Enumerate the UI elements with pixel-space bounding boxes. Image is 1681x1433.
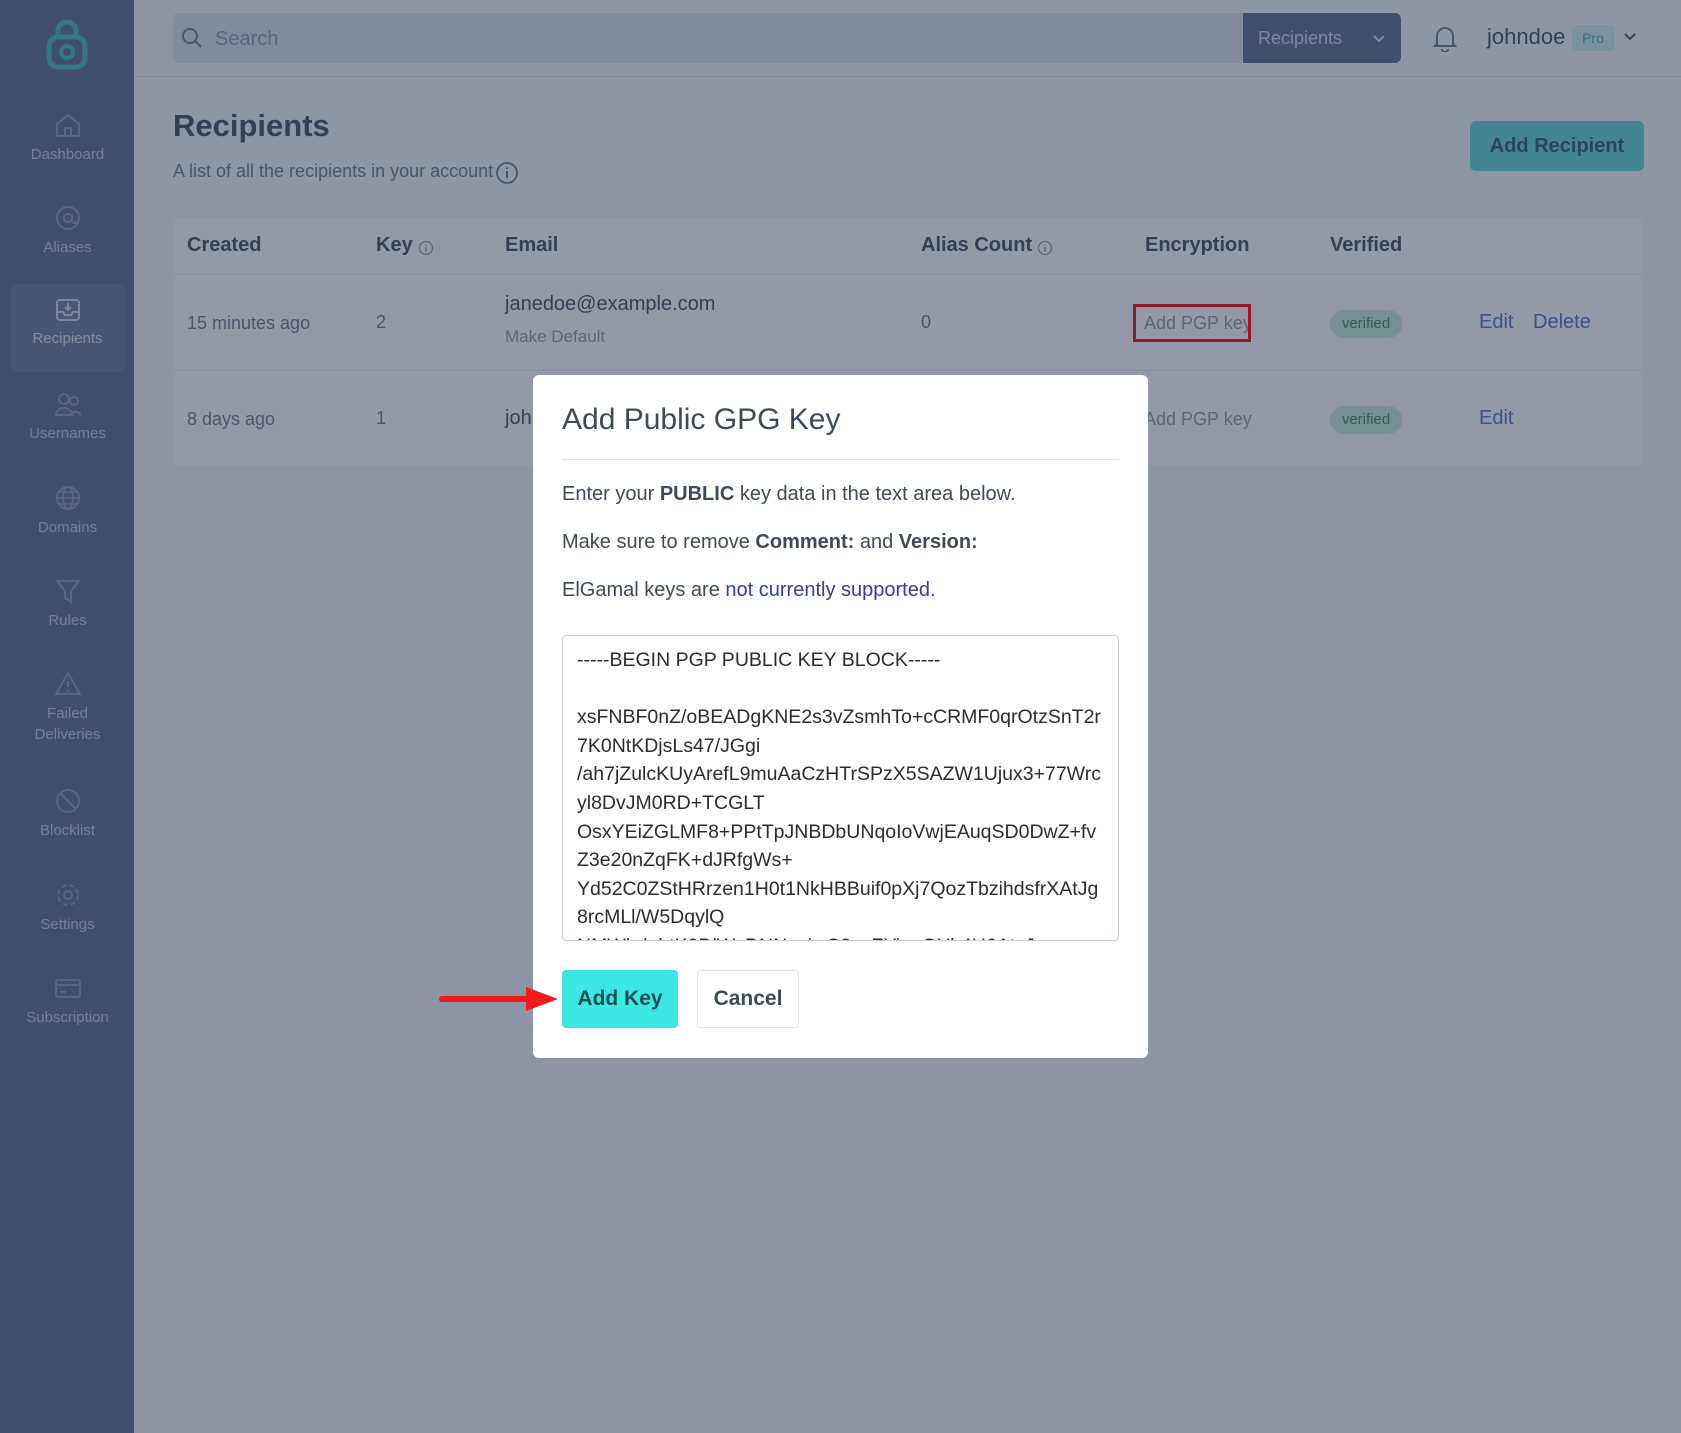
modal-title: Add Public GPG Key — [562, 403, 841, 436]
public-key-textarea[interactable]: -----BEGIN PGP PUBLIC KEY BLOCK----- xsF… — [562, 635, 1119, 941]
add-key-button[interactable]: Add Key — [562, 970, 678, 1028]
annotation-arrow-icon — [439, 987, 558, 1011]
modal-instruction-2: Make sure to remove Comment: and Version… — [562, 531, 978, 553]
modal-instruction-1: Enter your PUBLIC key data in the text a… — [562, 483, 1016, 505]
cancel-button[interactable]: Cancel — [697, 970, 799, 1028]
not-supported-link[interactable]: not currently supported — [725, 579, 930, 601]
modal-divider — [562, 459, 1119, 460]
modal-instruction-3: ElGamal keys are not currently supported… — [562, 579, 936, 601]
